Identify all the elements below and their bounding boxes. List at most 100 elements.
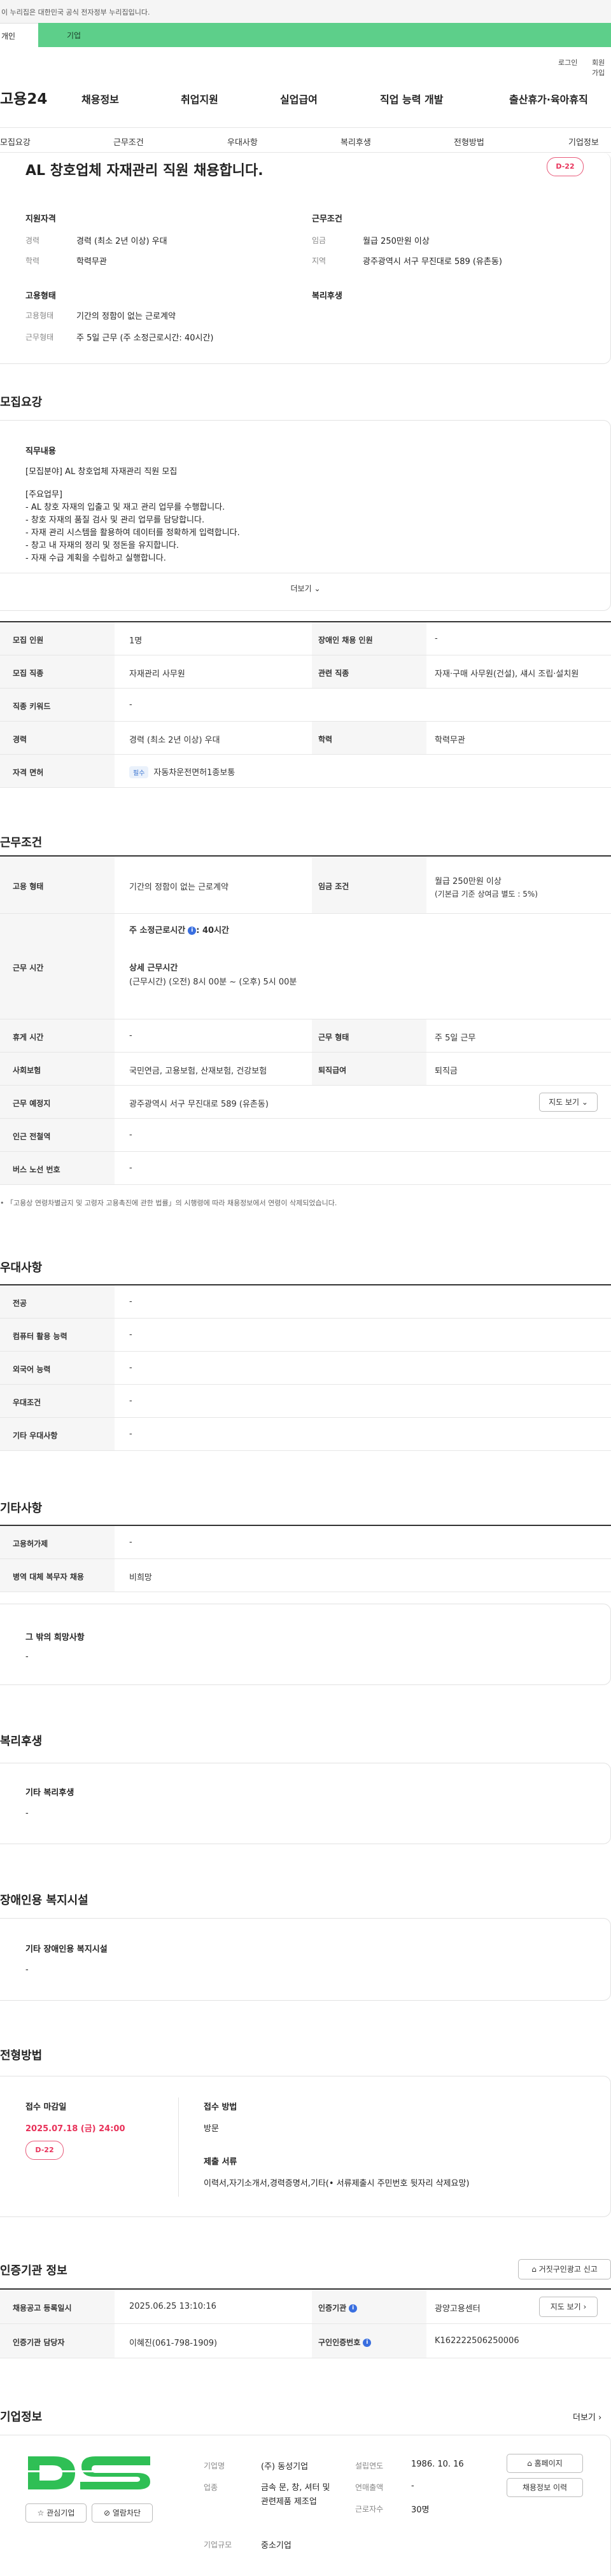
wage-label: 임금 조건: [318, 882, 349, 891]
login-link[interactable]: 로그인: [558, 57, 577, 67]
chevron-down-icon: ⌄: [314, 584, 321, 593]
cert-org-label: 인증기관 i: [318, 2302, 358, 2313]
duty-line: [모집분야] AL 창호업체 자재관리 직원 모집: [25, 467, 178, 477]
insurance-label: 사회보험: [13, 1066, 41, 1075]
section-nav-company[interactable]: 기업정보: [568, 136, 599, 148]
age-notice-text: 「고용상 연령차별금지 및 고령자 고용촉진에 관한 법률」의 시행령에 따라 …: [6, 1199, 337, 1207]
retirement-label: 퇴직급여: [318, 1066, 347, 1075]
workplace-value: 광주광역시 서구 무진대로 589 (유촌동): [129, 1100, 269, 1109]
required-chip: 필수: [129, 766, 149, 778]
etc-box-value: -: [25, 1652, 29, 1662]
gnb-employment-support[interactable]: 취업지원: [181, 91, 218, 106]
etc-value: 비희망: [129, 1573, 152, 1583]
table-row: 기타 우대사항 -: [0, 1418, 611, 1451]
more-label: 더보기: [290, 584, 312, 593]
region-label: 지역: [312, 256, 327, 265]
table-row: 모집 직종 자재관리 사무원 관련 직종 자재·구매 사무원(건설), 섀시 조립·…: [0, 655, 611, 689]
work-form-label: 근무 형태: [318, 1033, 349, 1042]
section-nav-conditions[interactable]: 근무조건: [113, 136, 144, 148]
etc-label: 고용허가제: [13, 1539, 48, 1548]
screening-card: [0, 2076, 611, 2217]
table-row: 자격 면허 필수 자동차운전면허1종보통: [0, 755, 611, 788]
company-more-link[interactable]: 더보기 ›: [573, 2411, 601, 2423]
report-fake-ad-button[interactable]: ⌂ 거짓구인광고 신고: [518, 2259, 611, 2279]
rest-label: 휴게 시간: [13, 1033, 44, 1042]
employment-value: 기간의 정함이 없는 근로계약: [76, 312, 176, 321]
section-nav-welfare[interactable]: 복리후생: [341, 136, 371, 148]
site-logo[interactable]: 고용24: [0, 87, 47, 108]
section-nav-preference[interactable]: 우대사항: [227, 136, 258, 148]
block-company-button[interactable]: ⊘ 열람차단: [92, 2503, 153, 2523]
education-label: 학력: [318, 735, 333, 744]
cert-section-title: 인증기관 정보: [0, 2264, 67, 2278]
wage-value: 월급 250만원 이상: [363, 237, 430, 246]
region-value: 광주광역시 서구 무진대로 589 (유촌동): [363, 257, 502, 267]
join-link[interactable]: 회원가입: [592, 57, 611, 78]
method-value: 방문: [204, 2124, 219, 2134]
etc-box-title: 그 밖의 희망사항: [25, 1633, 85, 1642]
documents-value: 이력서,자기소개서,경력증명서,기타(• 서류제출시 주민번호 뒷자리 삭제요망…: [204, 2179, 470, 2188]
employment-label: 고용형태: [25, 311, 54, 320]
table-row: 근무 시간 주 소정근로시간 i: 40시간 상세 근무시간 (근무시간) (오전…: [0, 914, 611, 1019]
workplace-label: 근무 예정지: [13, 1099, 51, 1108]
keyword-label: 직종 키워드: [13, 702, 51, 711]
tab-company[interactable]: 기업: [38, 23, 611, 47]
info-icon[interactable]: i: [349, 2304, 358, 2313]
map-view-label: 지도 보기: [549, 1098, 580, 1107]
pref-label: 외국어 능력: [13, 1365, 51, 1374]
gnb-job-training[interactable]: 직업 능력 개발: [380, 91, 443, 106]
welfare-box: [0, 1763, 611, 1844]
reg-date-value: 2025.06.25 13:10:16: [129, 2302, 216, 2311]
job-history-button[interactable]: 채용정보 이력: [507, 2478, 583, 2497]
homepage-button[interactable]: ⌂ 홈페이지: [507, 2454, 583, 2473]
bus-label: 버스 노선 번호: [13, 1165, 60, 1174]
cert-map-button[interactable]: 지도 보기 ›: [539, 2297, 598, 2317]
license-text: 자동차운전면허1종보통: [153, 768, 235, 778]
company-more-label: 더보기: [573, 2413, 596, 2423]
deadline-title: 접수 마감일: [25, 2103, 67, 2112]
gnb-jobs[interactable]: 채용정보: [81, 91, 119, 106]
duty-more-button[interactable]: 더보기 ⌄: [0, 573, 611, 603]
company-name-label: 기업명: [204, 2461, 225, 2470]
favorite-company-button[interactable]: ☆ 관심기업: [25, 2503, 87, 2523]
gnb-parental-leave[interactable]: 출산휴가·육아휴직: [509, 91, 588, 106]
section-nav-screening[interactable]: 전형방법: [454, 136, 484, 148]
employee-count-label: 근로자수: [355, 2505, 384, 2514]
weekly-hours: 주 소정근로시간 i: 40시간: [129, 923, 229, 935]
work-form-value: 주 5일 근무: [435, 1033, 476, 1043]
info-icon[interactable]: i: [363, 2339, 372, 2347]
career-label: 경력: [25, 236, 40, 245]
age-notice: • 「고용상 연령차별금지 및 고령자 고용촉진에 관한 법률」의 시행령에 따…: [0, 1199, 337, 1207]
license-label: 자격 면허: [13, 768, 44, 777]
career-value: 경력 (최소 2년 이상) 우대: [129, 736, 220, 745]
etc-box: [0, 1604, 611, 1685]
weekly-hours-label: 주 소정근로시간: [129, 926, 186, 935]
industry-value: 금속 문, 창, 셔터 및 관련제품 제조업: [261, 2483, 330, 2507]
block-icon: ⊘: [103, 2509, 111, 2517]
welfare-box-title: 기타 복리후생: [25, 1788, 74, 1798]
gnb-unemployment-benefit[interactable]: 실업급여: [280, 91, 318, 106]
disability-box-title: 기타 장애인용 복지시설: [25, 1945, 108, 1954]
count-value: 1명: [129, 636, 143, 646]
documents-title: 제출 서류: [204, 2157, 237, 2167]
emp-type-value: 기간의 정함이 없는 근로계약: [129, 883, 228, 892]
map-view-button[interactable]: 지도 보기 ⌄: [539, 1093, 598, 1112]
chevron-right-icon: ›: [583, 2302, 587, 2311]
weekly-hours-value: : 40시간: [196, 926, 229, 935]
duty-line: - 창고 내 자재의 정리 및 정돈을 유지합니다.: [25, 541, 179, 550]
deadline-dday-badge: D-22: [25, 2141, 64, 2160]
disability-box: [0, 1918, 611, 2001]
tab-person[interactable]: 개인: [0, 23, 38, 47]
pref-value: -: [129, 1396, 132, 1406]
cert-no-label: 구인인증번호 i: [318, 2337, 372, 2348]
info-icon[interactable]: i: [188, 927, 197, 935]
industry-label: 업종: [204, 2483, 218, 2492]
related-job-label: 관련 직종: [318, 669, 349, 678]
table-row: 채용공고 등록일시 2025.06.25 13:10:16 인증기관 i 광양고용센터…: [0, 2290, 611, 2324]
disabled-count-label: 장애인 채용 인원: [318, 636, 373, 645]
section-nav-recruit[interactable]: 모집요강: [0, 136, 31, 148]
welfare-title: 복리후생: [312, 291, 342, 301]
disability-box-value: -: [25, 1965, 29, 1975]
report-label: 거짓구인광고 신고: [538, 2265, 598, 2274]
report-icon: ⌂: [531, 2265, 537, 2274]
